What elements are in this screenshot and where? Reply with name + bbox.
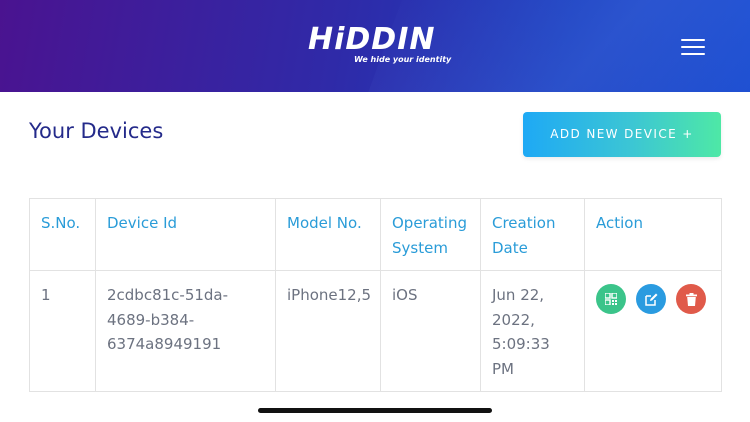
logo-tagline: We hide your identity	[354, 55, 452, 64]
hamburger-menu-icon[interactable]	[678, 36, 708, 58]
header-model-no: Model No.	[275, 198, 381, 271]
table-row: 1 2cdbc81c-51da-4689-b384-6374a8949191 i…	[29, 270, 722, 392]
logo-wordmark: HiDDIN	[308, 22, 436, 57]
app-header: HiDDIN We hide your identity	[0, 0, 750, 92]
header-creation-date: Creation Date	[480, 198, 585, 271]
qr-code-icon	[605, 293, 617, 305]
hiddin-logo[interactable]: HiDDIN We hide your identity	[308, 22, 452, 72]
page-title: Your Devices	[29, 119, 164, 143]
header-sno: S.No.	[29, 198, 96, 271]
cell-creation-date: Jun 22, 2022, 5:09:33 PM	[480, 270, 585, 392]
edit-icon	[644, 293, 657, 306]
qr-code-button[interactable]	[596, 284, 626, 314]
header-operating-system: Operating System	[380, 198, 481, 271]
delete-button[interactable]	[676, 284, 706, 314]
devices-table: S.No. Device Id Model No. Operating Syst…	[29, 198, 722, 392]
cell-sno: 1	[29, 270, 96, 392]
add-new-device-button[interactable]: ADD NEW DEVICE +	[523, 112, 721, 157]
row-actions	[596, 283, 710, 314]
table-header-row: S.No. Device Id Model No. Operating Syst…	[29, 198, 722, 271]
home-indicator	[258, 408, 492, 413]
header-action: Action	[584, 198, 722, 271]
cell-device-id: 2cdbc81c-51da-4689-b384-6374a8949191	[95, 270, 276, 392]
cell-model-no: iPhone12,5	[275, 270, 381, 392]
trash-icon	[685, 292, 697, 306]
header-device-id: Device Id	[95, 198, 276, 271]
cell-actions	[584, 270, 722, 392]
cell-os: iOS	[380, 270, 481, 392]
edit-button[interactable]	[636, 284, 666, 314]
